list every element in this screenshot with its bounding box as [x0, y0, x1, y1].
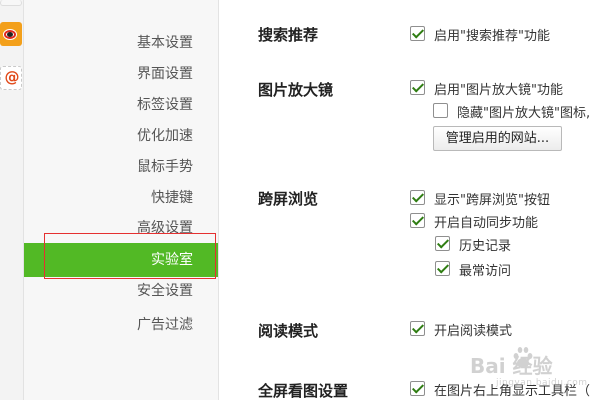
watermark-url: jingyan.baidu.com — [496, 378, 588, 388]
option-label: 开启自动同步功能 — [434, 216, 539, 231]
option-label: 历史记录 — [459, 239, 512, 254]
mail-at-icon[interactable]: @ — [0, 66, 22, 90]
option-label: 开启阅读模式 — [434, 324, 513, 339]
sidebar-item-interface[interactable]: 界面设置 — [24, 60, 218, 88]
section-title-fullscreen: 全屏看图设置 — [258, 382, 349, 400]
checkbox-sync-history[interactable] — [435, 236, 450, 251]
baidu-jingyan-watermark: Bai 经验 jingyan.baidu.com — [470, 342, 595, 392]
option-label: 最常访问 — [459, 264, 512, 279]
section-title-reading: 阅读模式 — [258, 322, 319, 340]
sidebar-item-optimize[interactable]: 优化加速 — [24, 122, 218, 150]
manage-sites-button[interactable]: 管理启用的网站... — [433, 126, 562, 151]
option-label: 启用"图片放大镜"功能 — [434, 83, 563, 98]
sidebar-item-adblock[interactable]: 广告过滤 — [24, 311, 218, 339]
sidebar-item-shortcuts[interactable]: 快捷键 — [24, 184, 218, 212]
option-label: 启用"搜索推荐"功能 — [434, 29, 550, 44]
red-highlight-box — [44, 233, 216, 279]
sidebar-item-gestures[interactable]: 鼠标手势 — [24, 153, 218, 181]
option-label: 隐藏"图片放大镜"图标, — [457, 106, 591, 121]
checkbox-enable-reading[interactable] — [410, 321, 425, 336]
section-title-magnifier: 图片放大镜 — [258, 81, 334, 99]
checkbox-sync-most-visited[interactable] — [435, 261, 450, 276]
option-label: 显示"跨屏浏览"按钮 — [434, 193, 550, 208]
checkbox-enable-search[interactable] — [410, 26, 425, 41]
checkbox-hide-magnifier-icon[interactable] — [433, 103, 448, 118]
app-strip: @ — [0, 0, 24, 400]
app-icon-partial[interactable] — [0, 0, 22, 6]
checkbox-auto-sync[interactable] — [410, 213, 425, 228]
section-title-crossscreen: 跨屏浏览 — [258, 190, 319, 208]
section-title-search: 搜索推荐 — [258, 26, 319, 44]
checkbox-show-crossscreen-button[interactable] — [410, 190, 425, 205]
settings-content: 搜索推荐 启用"搜索推荐"功能 图片放大镜 启用"图片放大镜"功能 隐藏"图片放… — [220, 0, 600, 400]
settings-sidebar: 基本设置 界面设置 标签设置 优化加速 鼠标手势 快捷键 高级设置 实验室 安全… — [24, 0, 219, 400]
weibo-icon[interactable] — [0, 22, 22, 46]
sidebar-item-basic[interactable]: 基本设置 — [24, 29, 218, 57]
sidebar-item-tabs[interactable]: 标签设置 — [24, 91, 218, 119]
baidu-paw-icon — [513, 347, 533, 368]
checkbox-enable-magnifier[interactable] — [410, 80, 425, 95]
sidebar-item-security[interactable]: 安全设置 — [24, 277, 218, 305]
checkbox-fullscreen-toolbar[interactable] — [410, 381, 425, 396]
